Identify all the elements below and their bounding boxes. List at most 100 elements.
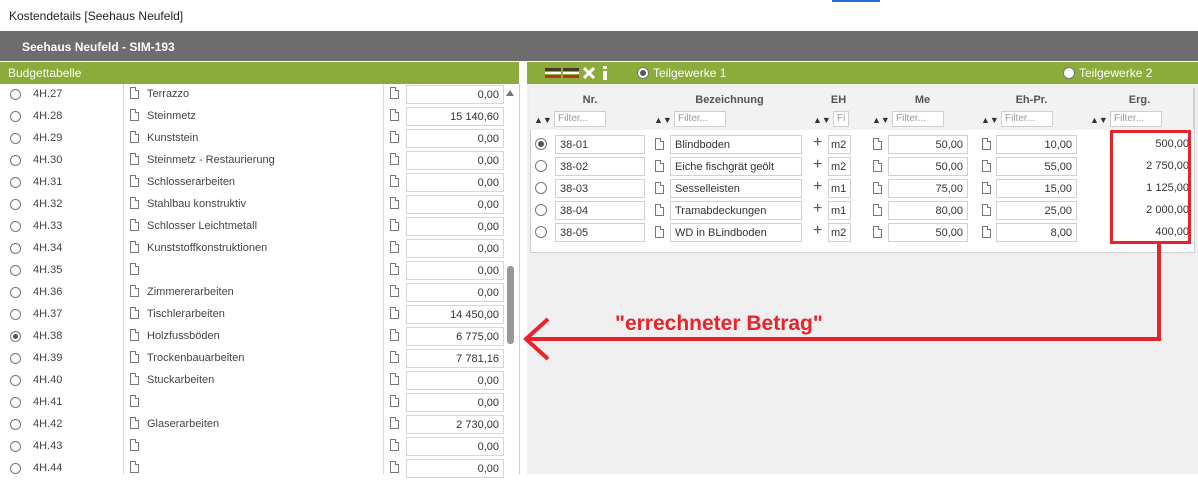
document-icon[interactable] bbox=[982, 226, 991, 238]
document-icon[interactable] bbox=[873, 160, 882, 172]
document-icon[interactable] bbox=[130, 439, 139, 451]
plus-icon[interactable]: + bbox=[813, 222, 822, 240]
budget-row[interactable]: 4H.42 Glaserarbeiten 2 730,00 bbox=[4, 414, 504, 436]
me-field[interactable]: 50,00 bbox=[888, 135, 968, 154]
budget-value-field[interactable]: 0,00 bbox=[406, 217, 504, 236]
budget-row[interactable]: 4H.36 Zimmererarbeiten 0,00 bbox=[4, 282, 504, 304]
budget-value-field[interactable]: 0,00 bbox=[406, 393, 504, 412]
column-filter-input[interactable]: Fi bbox=[833, 111, 849, 127]
budget-value-field[interactable]: 2 730,00 bbox=[406, 415, 504, 434]
document-icon[interactable] bbox=[873, 204, 882, 216]
budget-row[interactable]: 4H.29 Kunststein 0,00 bbox=[4, 128, 504, 150]
column-filter-input[interactable]: Filter... bbox=[554, 111, 606, 127]
eh-preis-field[interactable]: 25,00 bbox=[996, 201, 1077, 220]
document-icon[interactable] bbox=[390, 241, 399, 253]
document-icon[interactable] bbox=[130, 285, 139, 297]
budget-row[interactable]: 4H.41 0,00 bbox=[4, 392, 504, 414]
budget-value-field[interactable]: 0,00 bbox=[406, 437, 504, 456]
document-icon[interactable] bbox=[655, 160, 664, 172]
nr-field[interactable]: 38-03 bbox=[555, 179, 645, 198]
document-icon[interactable] bbox=[130, 329, 139, 341]
budget-row[interactable]: 4H.32 Stahlbau konstruktiv 0,00 bbox=[4, 194, 504, 216]
budget-value-field[interactable]: 7 781,16 bbox=[406, 349, 504, 368]
row-select-radio[interactable] bbox=[535, 182, 547, 194]
row-select-radio[interactable] bbox=[10, 111, 21, 122]
row-select-radio[interactable] bbox=[10, 331, 21, 342]
budget-value-field[interactable]: 14 450,00 bbox=[406, 305, 504, 324]
document-icon[interactable] bbox=[130, 417, 139, 429]
eh-preis-field[interactable]: 8,00 bbox=[996, 223, 1077, 242]
sort-icon[interactable]: ▲▼ bbox=[981, 115, 999, 125]
sort-icon[interactable]: ▲▼ bbox=[654, 115, 672, 125]
budget-value-field[interactable]: 0,00 bbox=[406, 151, 504, 170]
document-icon[interactable] bbox=[390, 395, 399, 407]
budget-row[interactable]: 4H.33 Schlosser Leichtmetall 0,00 bbox=[4, 216, 504, 238]
document-icon[interactable] bbox=[390, 373, 399, 385]
bezeichnung-field[interactable]: Tramabdeckungen bbox=[670, 201, 802, 220]
row-select-radio[interactable] bbox=[10, 133, 21, 144]
document-icon[interactable] bbox=[130, 373, 139, 385]
document-icon[interactable] bbox=[873, 226, 882, 238]
eh-field[interactable]: m1 bbox=[828, 201, 851, 220]
sort-icon[interactable]: ▲▼ bbox=[813, 115, 831, 125]
document-icon[interactable] bbox=[390, 219, 399, 231]
document-icon[interactable] bbox=[655, 182, 664, 194]
budget-value-field[interactable]: 15 140,60 bbox=[406, 107, 504, 126]
budget-value-field[interactable]: 6 775,00 bbox=[406, 327, 504, 346]
eh-field[interactable]: m2 bbox=[828, 223, 851, 242]
eh-preis-field[interactable]: 15,00 bbox=[996, 179, 1077, 198]
budget-row[interactable]: 4H.37 Tischlerarbeiten 14 450,00 bbox=[4, 304, 504, 326]
document-icon[interactable] bbox=[130, 197, 139, 209]
row-select-radio[interactable] bbox=[10, 199, 21, 210]
eh-field[interactable]: m1 bbox=[828, 179, 851, 198]
sort-icon[interactable]: ▲▼ bbox=[534, 115, 552, 125]
row-select-radio[interactable] bbox=[10, 463, 21, 474]
detail-row[interactable]: 38-04 Tramabdeckungen + m1 80,00 25,00 2 000,0… bbox=[531, 199, 1193, 221]
budget-value-field[interactable]: 0,00 bbox=[406, 195, 504, 214]
column-header-nr[interactable]: Nr. ▲▼ Filter... bbox=[530, 88, 651, 130]
document-icon[interactable] bbox=[390, 461, 399, 473]
detail-row[interactable]: 38-05 WD in BLindboden + m2 50,00 8,00 400,00 bbox=[531, 221, 1193, 243]
me-field[interactable]: 75,00 bbox=[888, 179, 968, 198]
document-icon[interactable] bbox=[390, 307, 399, 319]
document-icon[interactable] bbox=[390, 109, 399, 121]
info-icon[interactable] bbox=[601, 66, 609, 80]
row-select-radio[interactable] bbox=[535, 138, 547, 150]
document-icon[interactable] bbox=[130, 307, 139, 319]
document-icon[interactable] bbox=[982, 204, 991, 216]
column-filter-input[interactable]: Filter... bbox=[1001, 111, 1053, 127]
budget-row[interactable]: 4H.44 0,00 bbox=[4, 458, 504, 480]
document-icon[interactable] bbox=[390, 263, 399, 275]
row-select-radio[interactable] bbox=[10, 375, 21, 386]
eh-field[interactable]: m2 bbox=[828, 157, 851, 176]
document-icon[interactable] bbox=[390, 417, 399, 429]
document-icon[interactable] bbox=[130, 241, 139, 253]
row-select-radio[interactable] bbox=[10, 243, 21, 254]
row-select-radio[interactable] bbox=[10, 221, 21, 232]
document-icon[interactable] bbox=[130, 109, 139, 121]
budget-value-field[interactable]: 0,00 bbox=[406, 283, 504, 302]
scroll-thumb[interactable] bbox=[507, 266, 514, 344]
me-field[interactable]: 80,00 bbox=[888, 201, 968, 220]
list-view-icon[interactable] bbox=[545, 67, 561, 79]
document-icon[interactable] bbox=[655, 204, 664, 216]
row-select-radio[interactable] bbox=[535, 204, 547, 216]
column-header-ehpr[interactable]: Eh-Pr. ▲▼ Filter... bbox=[977, 88, 1087, 130]
row-select-radio[interactable] bbox=[10, 441, 21, 452]
nr-field[interactable]: 38-02 bbox=[555, 157, 645, 176]
row-select-radio[interactable] bbox=[10, 265, 21, 276]
nr-field[interactable]: 38-05 bbox=[555, 223, 645, 242]
budget-value-field[interactable]: 0,00 bbox=[406, 459, 504, 478]
budget-row[interactable]: 4H.35 0,00 bbox=[4, 260, 504, 282]
teilgewerke1-label[interactable]: Teilgewerke 1 bbox=[653, 66, 726, 80]
document-icon[interactable] bbox=[390, 329, 399, 341]
budget-value-field[interactable]: 0,00 bbox=[406, 173, 504, 192]
eh-preis-field[interactable]: 10,00 bbox=[996, 135, 1077, 154]
document-icon[interactable] bbox=[390, 285, 399, 297]
row-select-radio[interactable] bbox=[535, 160, 547, 172]
scroll-up-icon[interactable] bbox=[506, 90, 514, 96]
plus-icon[interactable]: + bbox=[813, 200, 822, 218]
teilgewerke1-radio[interactable] bbox=[637, 67, 649, 79]
budget-row[interactable]: 4H.38 Holzfussböden 6 775,00 bbox=[4, 326, 504, 348]
document-icon[interactable] bbox=[390, 197, 399, 209]
